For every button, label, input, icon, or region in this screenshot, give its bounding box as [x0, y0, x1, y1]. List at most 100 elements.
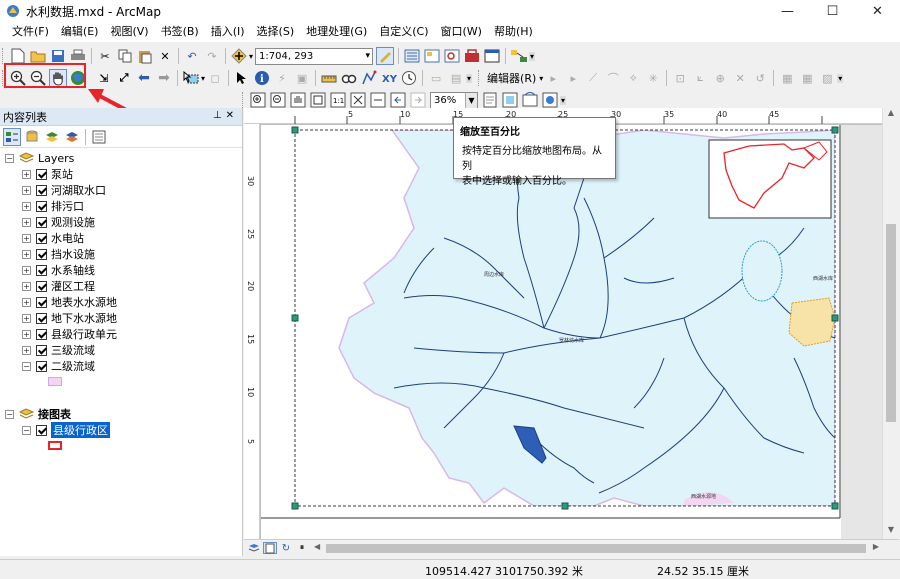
list-by-visibility-icon[interactable] [43, 128, 61, 146]
scroll-right-icon[interactable]: ▶ [873, 542, 879, 551]
cut-polygons-icon[interactable]: ⊕ [711, 69, 729, 87]
close-button[interactable]: ✕ [855, 0, 900, 22]
expand-icon[interactable]: + [22, 329, 31, 339]
paste-icon[interactable] [136, 47, 154, 65]
clear-selection-icon[interactable]: ◻ [206, 69, 224, 87]
layer-row[interactable]: + 挡水设施 [22, 246, 95, 262]
menu-edit[interactable]: 编辑(E) [55, 22, 105, 42]
fixed-zoom-out-icon[interactable]: ⤢ [115, 69, 133, 87]
redo-icon[interactable]: ↷ [203, 47, 221, 65]
layer-visibility-checkbox[interactable] [36, 424, 47, 436]
resize-handle[interactable] [291, 502, 299, 510]
cut-icon[interactable]: ✂ [96, 47, 114, 65]
layout-zoom-in-icon[interactable] [249, 91, 267, 109]
refresh-icon[interactable]: ↻ [279, 542, 293, 554]
create-features-icon[interactable]: ▨ [818, 69, 836, 87]
layer-visibility-checkbox[interactable] [36, 280, 47, 292]
layer-visibility-checkbox[interactable] [36, 344, 47, 356]
layer-visibility-checkbox[interactable] [36, 184, 47, 196]
focus-data-frame-icon[interactable] [501, 91, 519, 109]
layer-visibility-checkbox[interactable] [36, 360, 47, 372]
map-scale-input[interactable]: 1:704, 293 [255, 47, 374, 65]
go-to-xy-icon[interactable]: XY [380, 69, 398, 87]
layer-visibility-checkbox[interactable] [36, 312, 47, 324]
zoom-whole-page-icon[interactable] [309, 91, 327, 109]
resize-handle[interactable] [291, 126, 299, 134]
expand-icon[interactable]: + [22, 297, 31, 307]
menu-geoprocessing[interactable]: 地理处理(G) [300, 22, 373, 42]
expand-icon[interactable]: + [22, 201, 31, 211]
collapse-icon[interactable]: − [22, 425, 31, 435]
expand-icon[interactable]: + [22, 281, 31, 291]
rotate-icon[interactable]: ↺ [751, 69, 769, 87]
layout-back-icon[interactable] [389, 91, 407, 109]
change-layout-icon[interactable] [521, 91, 539, 109]
zoom-percent-combobox[interactable]: 36% ▼ [430, 91, 478, 109]
resize-handle[interactable] [831, 314, 839, 322]
list-by-source-icon[interactable] [23, 128, 41, 146]
layer-row[interactable]: + 三级流域 [22, 342, 95, 358]
reshape-feature-icon[interactable]: ⟀ [691, 69, 709, 87]
print-icon[interactable] [69, 47, 87, 65]
layer-visibility-checkbox[interactable] [36, 328, 47, 340]
edit-vertices-icon[interactable]: ⊡ [671, 69, 689, 87]
expand-icon[interactable]: + [22, 313, 31, 323]
maximize-button[interactable]: ☐ [810, 0, 855, 22]
menu-view[interactable]: 视图(V) [104, 22, 154, 42]
vertical-scrollbar[interactable]: ▲ ▼ [882, 108, 899, 539]
identify-icon[interactable]: i [253, 69, 271, 87]
resize-handle[interactable] [561, 502, 569, 510]
copy-icon[interactable] [116, 47, 134, 65]
editor-menu-button[interactable]: 编辑器(R) [484, 70, 539, 86]
pan-hand-icon[interactable] [49, 69, 67, 87]
fixed-zoom-in-layout-icon[interactable] [349, 91, 367, 109]
trace-icon[interactable]: ⟡ [624, 69, 642, 87]
expand-icon[interactable]: + [22, 249, 31, 259]
back-extent-icon[interactable]: ⬅ [135, 69, 153, 87]
data-driven-pages-icon[interactable] [541, 91, 559, 109]
viewer-window-icon[interactable]: ▭ [427, 69, 445, 87]
attributes-icon[interactable]: ▦ [778, 69, 796, 87]
pin-icon[interactable]: ⊥ [213, 110, 226, 121]
layer-row[interactable]: + 灌区工程 [22, 278, 95, 294]
toggle-draft-mode-icon[interactable] [481, 91, 499, 109]
select-elements-icon[interactable] [233, 69, 251, 87]
edit-annotation-icon[interactable]: ▸ [564, 69, 582, 87]
layer-row[interactable]: + 水系轴线 [22, 262, 95, 278]
delete-icon[interactable]: ✕ [156, 47, 174, 65]
fixed-zoom-in-icon[interactable]: ⇲ [95, 69, 113, 87]
layer-row[interactable]: + 县级行政单元 [22, 326, 117, 342]
layer-row[interactable]: + 泵站 [22, 166, 73, 182]
search-window-icon[interactable] [443, 47, 461, 65]
layer-visibility-checkbox[interactable] [36, 248, 47, 260]
swipe-icon[interactable]: ▤ [447, 69, 465, 87]
pause-drawing-icon[interactable]: ⏸ [295, 542, 309, 554]
expand-icon[interactable]: + [22, 233, 31, 243]
expand-icon[interactable]: + [22, 265, 31, 275]
horizontal-scroll-thumb[interactable] [326, 544, 866, 553]
arctoolbox-icon[interactable] [463, 47, 481, 65]
layer-visibility-checkbox[interactable] [36, 296, 47, 308]
minimize-button[interactable]: — [765, 0, 810, 22]
menu-selection[interactable]: 选择(S) [251, 22, 301, 42]
python-icon[interactable] [483, 47, 501, 65]
layer-visibility-checkbox[interactable] [36, 232, 47, 244]
list-by-drawing-order-icon[interactable] [3, 127, 21, 146]
measure-icon[interactable] [320, 69, 338, 87]
find-route-icon[interactable] [360, 69, 378, 87]
menu-file[interactable]: 文件(F) [6, 22, 55, 42]
end-point-arc-icon[interactable]: ⌒ [604, 69, 622, 87]
open-icon[interactable] [29, 47, 47, 65]
data-frame-layers[interactable]: − Layers [5, 150, 74, 166]
layout-view-icon[interactable] [263, 542, 277, 554]
save-icon[interactable] [49, 47, 67, 65]
zoom-100-icon[interactable]: 1:1 [329, 91, 347, 109]
data-view-icon[interactable] [247, 542, 261, 554]
chevron-down-icon[interactable]: ▼ [465, 92, 477, 108]
edit-tool-icon[interactable]: ▸ [544, 69, 562, 87]
expand-icon[interactable]: + [22, 345, 31, 355]
menu-help[interactable]: 帮助(H) [488, 22, 539, 42]
zoom-in-icon[interactable] [9, 69, 27, 87]
undo-icon[interactable]: ↶ [183, 47, 201, 65]
scroll-up-icon[interactable]: ▲ [883, 108, 899, 122]
